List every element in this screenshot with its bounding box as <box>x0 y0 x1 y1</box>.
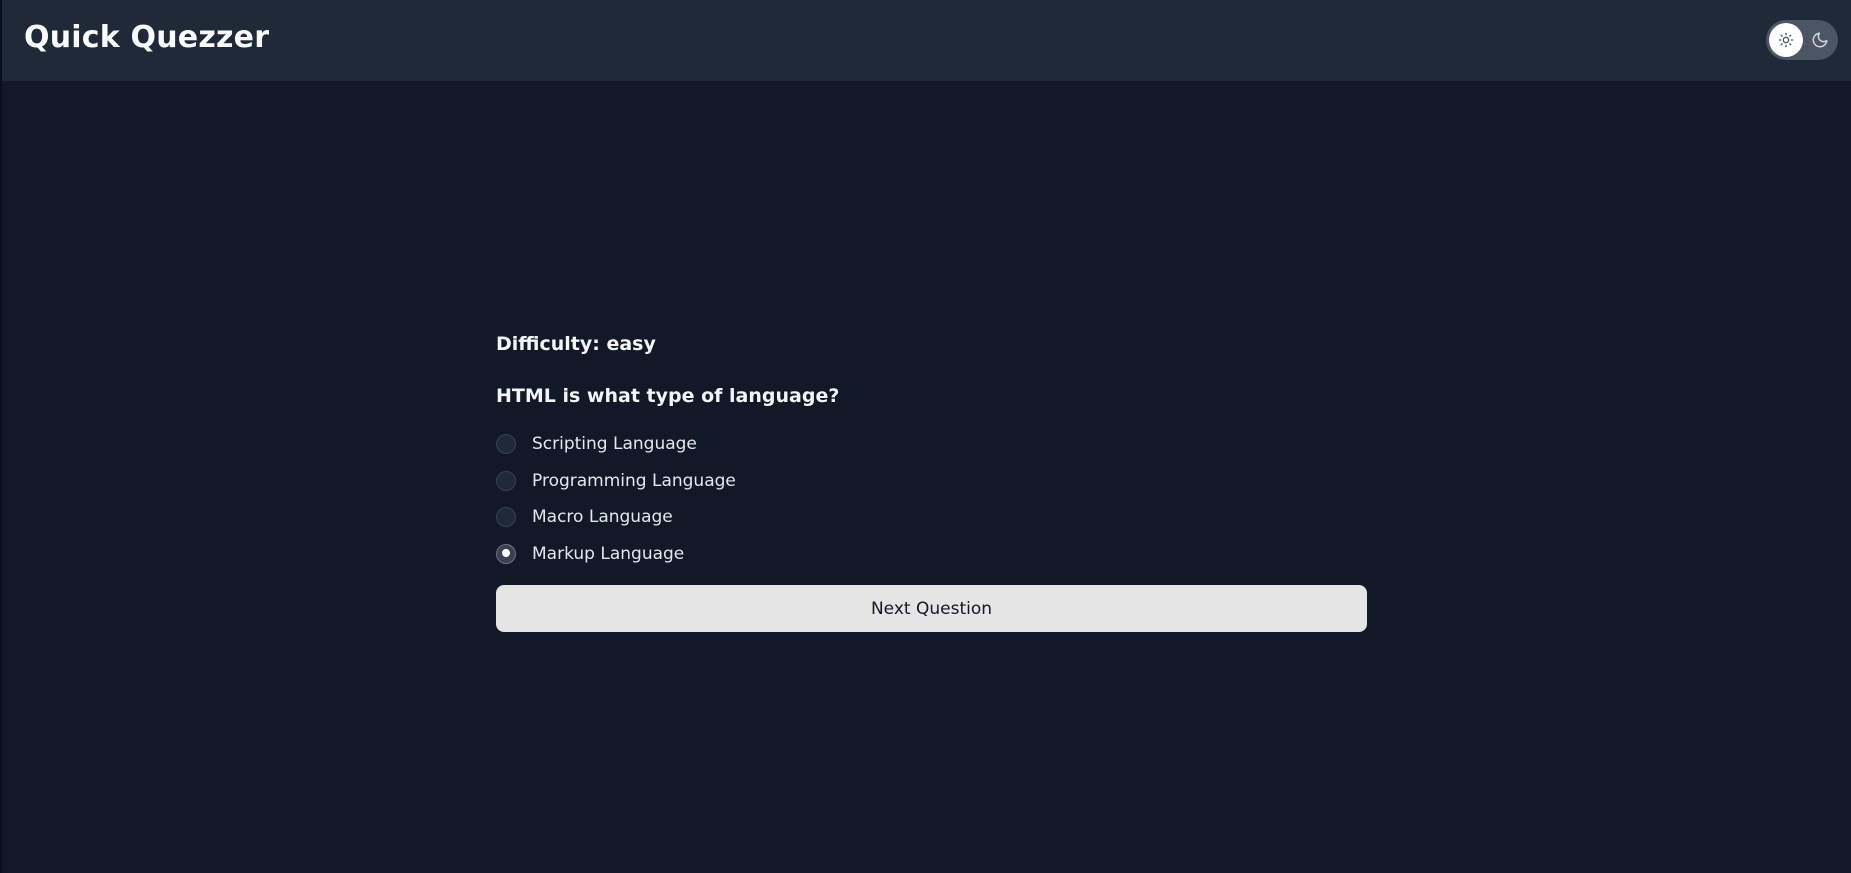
answer-option-label: Programming Language <box>532 470 736 491</box>
toggle-knob <box>1769 23 1803 57</box>
question-text: HTML is what type of language? <box>496 385 840 407</box>
radio-button[interactable] <box>496 434 516 455</box>
theme-toggle[interactable] <box>1766 20 1838 60</box>
radio-button[interactable] <box>496 470 516 491</box>
sun-icon <box>1778 32 1794 48</box>
answer-option-macro[interactable]: Macro Language <box>496 499 1367 536</box>
answer-option-label: Macro Language <box>532 507 673 528</box>
radio-button[interactable] <box>496 507 516 528</box>
answer-option-scripting[interactable]: Scripting Language <box>496 426 1367 463</box>
next-question-button[interactable]: Next Question <box>496 585 1367 632</box>
answer-option-programming[interactable]: Programming Language <box>496 463 1367 500</box>
app-title: Quick Quezzer <box>24 20 270 55</box>
difficulty-label: Difficulty: easy <box>496 333 656 355</box>
header-bar: Quick Quezzer <box>2 0 1851 81</box>
app-window: Quick Quezzer Difficulty: easy HTML is w… <box>0 0 1851 873</box>
quiz-card: Difficulty: easy HTML is what type of la… <box>496 330 1367 632</box>
radio-button-selected[interactable] <box>496 543 516 564</box>
moon-icon <box>1811 31 1829 49</box>
answer-option-label: Markup Language <box>532 543 685 564</box>
answer-option-markup[interactable]: Markup Language <box>496 536 1367 573</box>
answer-option-label: Scripting Language <box>532 434 697 455</box>
answer-options: Scripting Language Programming Language … <box>496 426 1367 572</box>
